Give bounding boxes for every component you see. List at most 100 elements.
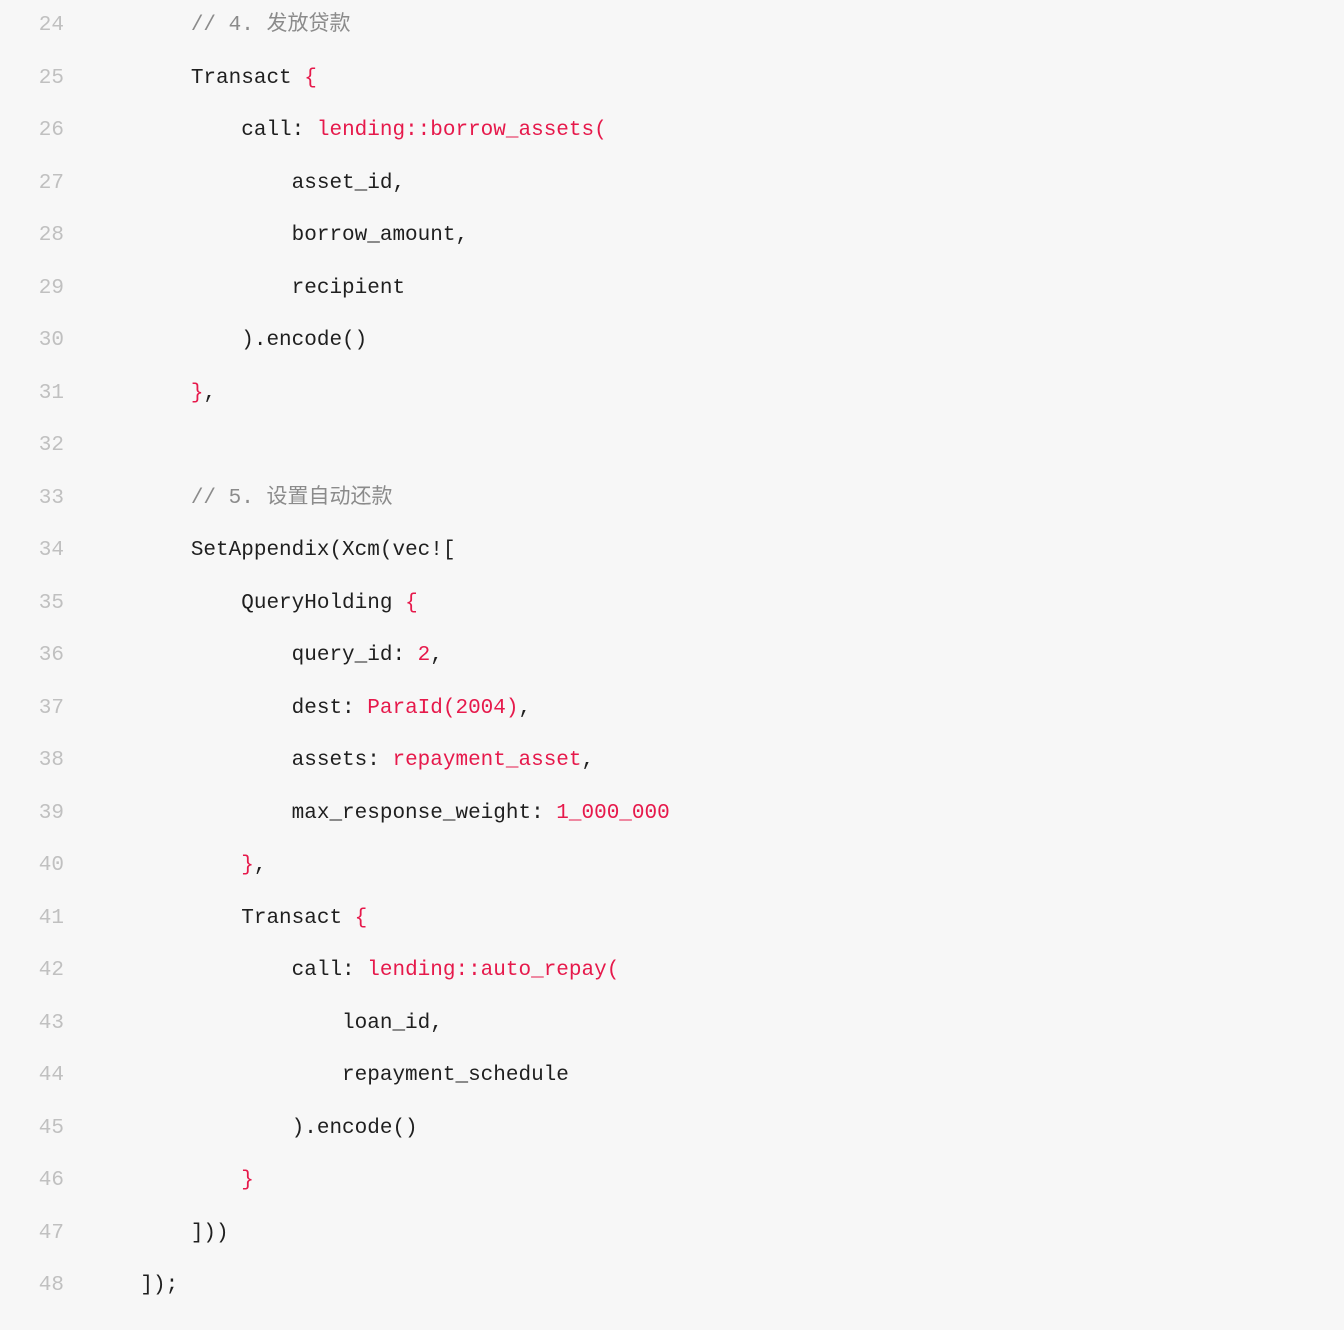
token-ident: , [254, 854, 267, 877]
token-ident: ).encode() [292, 1117, 418, 1140]
line-number: 48 [0, 1260, 90, 1313]
token-fn: lending::auto_repay( [367, 959, 619, 982]
token-keyword: } [241, 854, 254, 877]
token-comment: // 5. 设置自动还款 [191, 487, 393, 510]
code-content: ]); [90, 1260, 1344, 1313]
line-number: 42 [0, 945, 90, 998]
token-ident: dest: [292, 697, 368, 720]
line-number: 34 [0, 525, 90, 578]
token-ident: query_id: [292, 644, 418, 667]
token-fn: lending::borrow_assets( [317, 119, 607, 142]
token-ident: ).encode() [241, 329, 367, 352]
line-number: 30 [0, 315, 90, 368]
code-content: Transact { [90, 893, 1344, 946]
line-number: 35 [0, 578, 90, 631]
token-keyword: { [405, 592, 418, 615]
code-line: 48 ]); [0, 1260, 1344, 1313]
line-number: 31 [0, 368, 90, 421]
code-line: 38 assets: repayment_asset, [0, 735, 1344, 788]
token-ident: asset_id, [292, 172, 405, 195]
code-line: 26 call: lending::borrow_assets( [0, 105, 1344, 158]
line-number: 44 [0, 1050, 90, 1103]
token-keyword: } [241, 1169, 254, 1192]
code-line: 37 dest: ParaId(2004), [0, 683, 1344, 736]
token-ident: Transact [241, 907, 354, 930]
line-number: 40 [0, 840, 90, 893]
token-ident: , [582, 749, 595, 772]
token-ident: call: [292, 959, 368, 982]
code-line: 34 SetAppendix(Xcm(vec![ [0, 525, 1344, 578]
code-content: // 5. 设置自动还款 [90, 473, 1344, 526]
token-ident: repayment_schedule [342, 1064, 569, 1087]
line-number: 41 [0, 893, 90, 946]
code-content: call: lending::auto_repay( [90, 945, 1344, 998]
line-number: 45 [0, 1103, 90, 1156]
line-number: 32 [0, 420, 90, 473]
token-type: repayment_asset [392, 749, 581, 772]
token-ident: ])) [191, 1222, 229, 1245]
token-ident: , [203, 382, 216, 405]
code-content: ])) [90, 1208, 1344, 1261]
code-line: 43 loan_id, [0, 998, 1344, 1051]
code-content: }, [90, 840, 1344, 893]
token-ident: loan_id, [342, 1012, 443, 1035]
code-content: } [90, 1155, 1344, 1208]
code-line: 35 QueryHolding { [0, 578, 1344, 631]
token-ident: borrow_amount, [292, 224, 468, 247]
line-number: 27 [0, 158, 90, 211]
code-content: recipient [90, 263, 1344, 316]
line-number: 25 [0, 53, 90, 106]
code-content: QueryHolding { [90, 578, 1344, 631]
code-line: 24 // 4. 发放贷款 [0, 0, 1344, 53]
token-ident: max_response_weight: [292, 802, 557, 825]
token-ident: assets: [292, 749, 393, 772]
code-line: 40 }, [0, 840, 1344, 893]
code-content: }, [90, 368, 1344, 421]
code-content: SetAppendix(Xcm(vec![ [90, 525, 1344, 578]
code-line: 25 Transact { [0, 53, 1344, 106]
line-number: 33 [0, 473, 90, 526]
token-num: 2 [418, 644, 431, 667]
line-number: 46 [0, 1155, 90, 1208]
token-comment: // 4. 发放贷款 [191, 14, 351, 37]
code-line: 46 } [0, 1155, 1344, 1208]
code-content: borrow_amount, [90, 210, 1344, 263]
code-line: 33 // 5. 设置自动还款 [0, 473, 1344, 526]
token-keyword: { [355, 907, 368, 930]
code-content: ).encode() [90, 315, 1344, 368]
token-ident: ]); [140, 1274, 178, 1297]
line-number: 36 [0, 630, 90, 683]
code-line: 36 query_id: 2, [0, 630, 1344, 683]
token-keyword: } [191, 382, 204, 405]
code-content: loan_id, [90, 998, 1344, 1051]
code-line: 41 Transact { [0, 893, 1344, 946]
line-number: 39 [0, 788, 90, 841]
line-number: 29 [0, 263, 90, 316]
line-number: 37 [0, 683, 90, 736]
token-ident: , [519, 697, 532, 720]
code-content: max_response_weight: 1_000_000 [90, 788, 1344, 841]
code-line: 29 recipient [0, 263, 1344, 316]
code-line: 30 ).encode() [0, 315, 1344, 368]
code-line: 44 repayment_schedule [0, 1050, 1344, 1103]
line-number: 47 [0, 1208, 90, 1261]
token-ident: SetAppendix(Xcm(vec![ [191, 539, 456, 562]
code-line: 28 borrow_amount, [0, 210, 1344, 263]
code-block: 24 // 4. 发放贷款25 Transact {26 call: lendi… [0, 0, 1344, 1313]
token-num: 1_000_000 [556, 802, 669, 825]
line-number: 24 [0, 0, 90, 53]
code-content: ).encode() [90, 1103, 1344, 1156]
code-content: call: lending::borrow_assets( [90, 105, 1344, 158]
code-line: 32 [0, 420, 1344, 473]
token-ident: Transact [191, 67, 304, 90]
line-number: 26 [0, 105, 90, 158]
token-ident: recipient [292, 277, 405, 300]
code-line: 31 }, [0, 368, 1344, 421]
line-number: 38 [0, 735, 90, 788]
code-line: 47 ])) [0, 1208, 1344, 1261]
code-content: repayment_schedule [90, 1050, 1344, 1103]
code-content: query_id: 2, [90, 630, 1344, 683]
code-content: Transact { [90, 53, 1344, 106]
line-number: 28 [0, 210, 90, 263]
token-ident: , [430, 644, 443, 667]
